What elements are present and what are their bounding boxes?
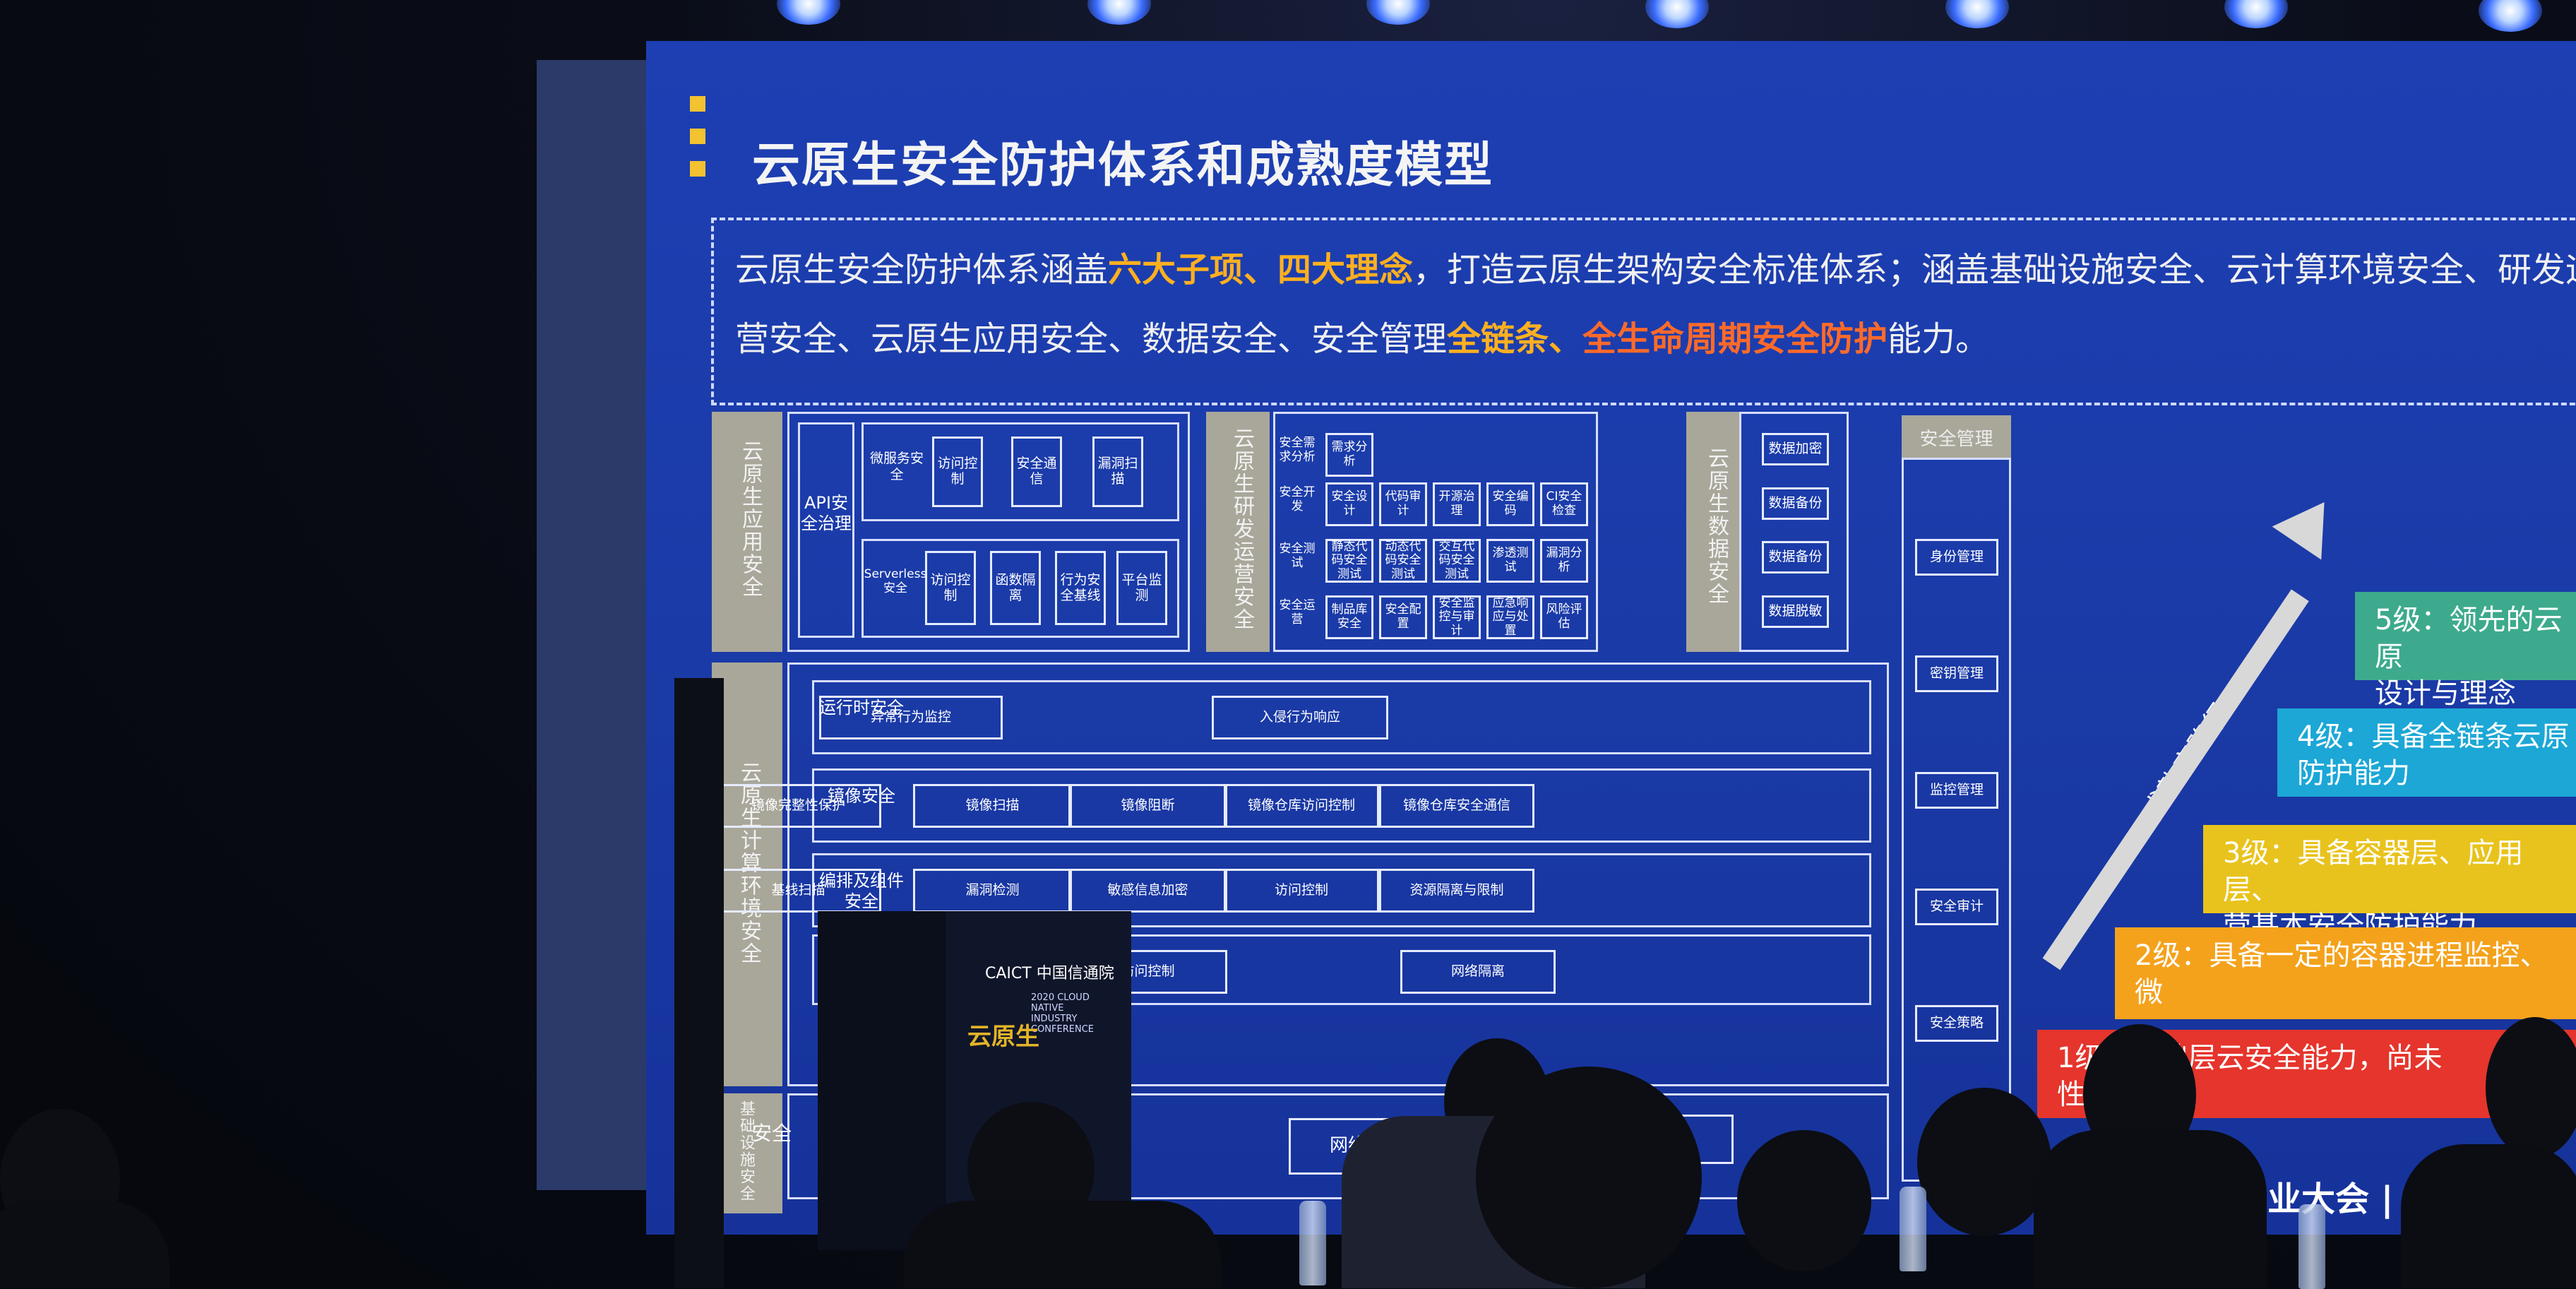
audience-head bbox=[1737, 1130, 1871, 1271]
serverless-label: Serverless安全 bbox=[864, 567, 927, 596]
desc-highlight: 六大子项、 bbox=[1108, 250, 1278, 290]
desc-highlight: 全生命周期安全防护 bbox=[1582, 319, 1888, 359]
audience-head bbox=[2486, 1017, 2576, 1158]
devops-item: 静态代码安全测试 bbox=[1325, 539, 1373, 583]
water-bottle bbox=[1299, 1201, 1326, 1285]
desc-text: ，打造云原生架构安全标准体系；涵盖基础设施安全、云计算环境安全、研发运 bbox=[1413, 250, 2576, 290]
compute-item: 敏感信息加密 bbox=[1068, 869, 1227, 913]
infra-side-label: 安全 bbox=[751, 1122, 792, 1145]
devops-row-label: 安全需求分析 bbox=[1279, 436, 1316, 465]
devops-item: 安全设计 bbox=[1325, 482, 1373, 526]
desc-text: 云原生安全防护体系涵盖 bbox=[735, 250, 1109, 290]
compute-item: 镜像完整性保护 bbox=[715, 784, 881, 828]
ms-access-control: 访问控制 bbox=[932, 436, 983, 507]
devops-item: 漏洞分析 bbox=[1540, 539, 1588, 583]
audience-body bbox=[2034, 1130, 2267, 1288]
devops-item: 风险评估 bbox=[1540, 595, 1588, 639]
devops-security-header: 云原生研发运营安全 bbox=[1206, 412, 1270, 652]
maturity-level-3: 3级：具备容器层、应用层、 营基本安全防护能力 bbox=[2203, 825, 2576, 943]
desc-highlight: 四大理念 bbox=[1277, 250, 1414, 290]
microservice-label: 微服务安全 bbox=[869, 451, 924, 482]
slide-title: 云原生安全防护体系和成熟度模型 bbox=[752, 138, 1494, 194]
compute-item: 镜像阻断 bbox=[1068, 784, 1227, 828]
devops-item: 需求分析 bbox=[1325, 433, 1373, 477]
app-security-header: 云原生应用安全 bbox=[712, 412, 782, 652]
compute-item: 资源隔离与限制 bbox=[1379, 869, 1534, 913]
description-line-1: 云原生安全防护体系涵盖六大子项、四大理念，打造云原生架构安全标准体系；涵盖基础设… bbox=[735, 242, 2576, 291]
devops-row-label: 安全运营 bbox=[1279, 598, 1316, 627]
data-security-label: 云原生数据安全 bbox=[1704, 447, 1729, 605]
data-item: 数据备份 bbox=[1762, 541, 1829, 574]
podium-event: 2020 CLOUD NATIVE INDUSTRY CONFERENCE bbox=[1031, 992, 1094, 1035]
devops-item: 安全配置 bbox=[1379, 595, 1427, 639]
audience-body bbox=[904, 1201, 1222, 1288]
slide-description: 云原生安全防护体系涵盖六大子项、四大理念，打造云原生架构安全标准体系；涵盖基础设… bbox=[711, 218, 2576, 405]
ms-secure-comm: 安全通信 bbox=[1011, 436, 1062, 507]
desc-highlight: 全链条、 bbox=[1447, 319, 1583, 359]
mgmt-audit: 安全审计 bbox=[1915, 889, 1998, 925]
podium-big: 云原生 bbox=[967, 1023, 1039, 1051]
desc-text: 能力。 bbox=[1888, 319, 1990, 359]
compute-item: 基线扫描 bbox=[715, 869, 881, 913]
devops-item: 制品库安全 bbox=[1325, 595, 1373, 639]
compute-item: 漏洞检测 bbox=[913, 869, 1072, 913]
devops-item: 动态代码安全测试 bbox=[1379, 539, 1427, 583]
app-security-label: 云原生应用安全 bbox=[738, 440, 763, 598]
podium-org: CAICT 中国信通院 bbox=[985, 965, 1114, 982]
devops-item: 应急响应与处置 bbox=[1486, 595, 1534, 639]
devops-item: 渗透测试 bbox=[1486, 539, 1534, 583]
compute-item: 镜像扫描 bbox=[913, 784, 1072, 828]
devops-item: 代码审计 bbox=[1379, 482, 1427, 526]
description-line-2: 营安全、云原生应用安全、数据安全、安全管理全链条、全生命周期安全防护能力。 bbox=[735, 311, 1989, 360]
water-bottle bbox=[1900, 1187, 1926, 1271]
maturity-level-4: 4级：具备全链条云原 防护能力 bbox=[2277, 708, 2576, 797]
title-marker-icon bbox=[690, 96, 705, 194]
mgmt-key: 密钥管理 bbox=[1915, 655, 1998, 692]
water-bottle bbox=[2298, 1204, 2325, 1289]
devops-item: CI安全检查 bbox=[1540, 482, 1588, 526]
desc-text: 营安全、云原生应用安全、数据安全、安全管理 bbox=[735, 319, 1448, 359]
api-security-label: API安全治理 bbox=[801, 493, 852, 533]
data-item: 数据备份 bbox=[1762, 487, 1829, 520]
sl-behavior-baseline: 行为安全基线 bbox=[1055, 551, 1106, 625]
management-header: 安全管理 bbox=[1902, 415, 2011, 459]
speaker-stand bbox=[674, 678, 724, 1288]
sl-function-isolation: 函数隔离 bbox=[990, 551, 1041, 625]
compute-item: 异常行为监控 bbox=[819, 696, 1003, 739]
data-item: 数据脱敏 bbox=[1762, 595, 1829, 628]
devops-item: 安全监控与审计 bbox=[1433, 595, 1481, 639]
maturity-level-5: 5级：领先的云原 设计与理念 bbox=[2355, 592, 2576, 710]
audience-head bbox=[1917, 1088, 2051, 1236]
sl-access-control: 访问控制 bbox=[925, 551, 976, 625]
sl-platform-monitor: 平台监测 bbox=[1116, 551, 1167, 625]
data-item: 数据加密 bbox=[1762, 433, 1829, 465]
devops-security-label: 云原生研发运营安全 bbox=[1229, 427, 1254, 631]
compute-item: 镜像仓库访问控制 bbox=[1224, 784, 1379, 828]
devops-item: 交互代码安全测试 bbox=[1433, 539, 1481, 583]
audience-body bbox=[2401, 1144, 2576, 1288]
compute-item: 镜像仓库安全通信 bbox=[1379, 784, 1534, 828]
maturity-level-2: 2级：具备一定的容器进程监控、微 bbox=[2115, 927, 2576, 1019]
devops-row-label: 安全开发 bbox=[1279, 485, 1316, 514]
infra-label: 基础设施安全 bbox=[737, 1100, 755, 1202]
compute-item: 入侵行为响应 bbox=[1212, 696, 1388, 739]
devops-item: 开源治理 bbox=[1433, 482, 1481, 526]
ms-vuln-scan: 漏洞扫描 bbox=[1092, 436, 1143, 507]
devops-item: 安全编码 bbox=[1486, 482, 1534, 526]
mgmt-monitor: 监控管理 bbox=[1915, 772, 1998, 809]
compute-item: 网络隔离 bbox=[1400, 950, 1556, 994]
compute-item: 访问控制 bbox=[1224, 869, 1379, 913]
management-label: 安全管理 bbox=[1919, 428, 1993, 450]
data-security-header: 云原生数据安全 bbox=[1686, 412, 1739, 652]
audience-body bbox=[0, 1201, 169, 1288]
mgmt-policy: 安全策略 bbox=[1915, 1005, 1998, 1042]
devops-row-label: 安全测试 bbox=[1279, 542, 1316, 571]
mgmt-identity: 身份管理 bbox=[1915, 539, 1998, 576]
audience-head bbox=[1476, 1067, 1702, 1288]
